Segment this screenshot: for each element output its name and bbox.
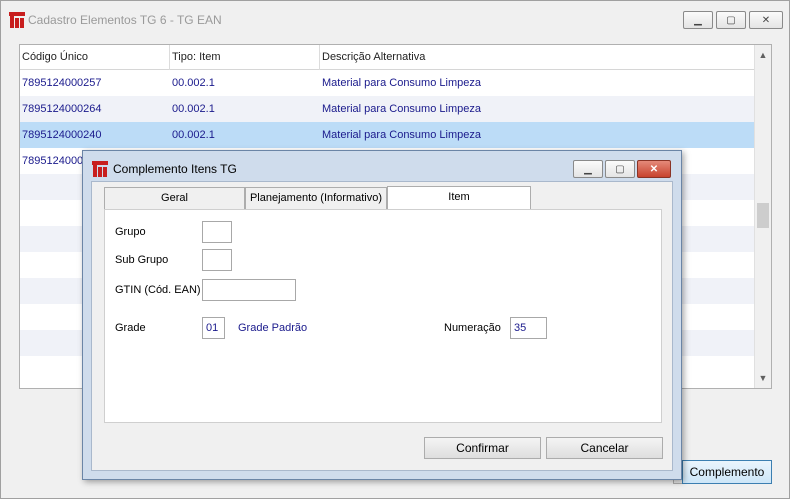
cell-tipo: 00.002.1 (172, 103, 215, 115)
cancelar-button[interactable]: Cancelar (546, 437, 663, 459)
cell-tipo: 00.002.1 (172, 129, 215, 141)
maximize-icon: ▢ (726, 14, 736, 26)
cell-codigo: 7895124000 (22, 155, 84, 167)
numeracao-label: Numeração (444, 322, 501, 334)
close-icon: ✕ (649, 163, 659, 175)
grid-header: Código Único Tipo: Item Descrição Altern… (20, 45, 755, 70)
tab-panel-item: Grupo Sub Grupo GTIN (Cód. EAN) Grade 01… (104, 209, 662, 423)
grade-label: Grade (115, 322, 146, 334)
cell-descricao: Material para Consumo Limpeza (322, 129, 481, 141)
complemento-dialog: Complemento Itens TG ▁ ▢ ✕ Geral Planeja… (82, 150, 682, 480)
grupo-input[interactable] (202, 221, 232, 243)
dialog-client-area: Geral Planejamento (Informativo) Item Gr… (91, 181, 673, 471)
dialog-titlebar[interactable]: Complemento Itens TG ▁ ▢ ✕ (83, 151, 681, 181)
maximize-button[interactable]: ▢ (716, 11, 746, 29)
window-title: Cadastro Elementos TG 6 - TG EAN (28, 13, 222, 27)
tab-planejamento[interactable]: Planejamento (Informativo) (245, 187, 387, 209)
main-titlebar[interactable]: Cadastro Elementos TG 6 - TG EAN ▁ ▢ ✕ (1, 1, 789, 39)
cell-codigo: 7895124000240 (22, 129, 102, 141)
cell-descricao: Material para Consumo Limpeza (322, 77, 481, 89)
column-header-codigo[interactable]: Código Único (20, 45, 170, 70)
complemento-button[interactable]: Complemento (682, 460, 772, 484)
close-icon: ✕ (761, 14, 771, 26)
scroll-down-icon[interactable]: ▼ (755, 370, 771, 386)
grade-description: Grade Padrão (238, 322, 308, 334)
tab-geral[interactable]: Geral (104, 187, 245, 209)
grid-vertical-scrollbar[interactable]: ▲ ▼ (754, 45, 771, 388)
maximize-icon: ▢ (615, 163, 625, 175)
cell-codigo: 7895124000257 (22, 77, 102, 89)
cell-codigo: 7895124000264 (22, 103, 102, 115)
subgrupo-input[interactable] (202, 249, 232, 271)
scroll-thumb[interactable] (757, 203, 769, 228)
subgrupo-label: Sub Grupo (115, 254, 169, 266)
minimize-icon: ▁ (694, 14, 702, 26)
column-header-tipo[interactable]: Tipo: Item (170, 45, 320, 70)
app-logo-icon (9, 12, 25, 28)
dialog-close-button[interactable]: ✕ (637, 160, 671, 178)
table-row[interactable]: 7895124000264 00.002.1 Material para Con… (20, 96, 755, 122)
cell-tipo: 00.002.1 (172, 77, 215, 89)
table-row-selected[interactable]: 7895124000240 00.002.1 Material para Con… (20, 122, 755, 148)
gtin-input[interactable] (202, 279, 296, 301)
column-header-descricao[interactable]: Descrição Alternativa (320, 45, 755, 70)
cell-descricao: Material para Consumo Limpeza (322, 103, 481, 115)
grupo-label: Grupo (115, 226, 146, 238)
numeracao-input[interactable]: 35 (510, 317, 547, 339)
dialog-logo-icon (92, 161, 108, 177)
close-button[interactable]: ✕ (749, 11, 783, 29)
dialog-maximize-button[interactable]: ▢ (605, 160, 635, 178)
tab-item[interactable]: Item (387, 186, 531, 209)
dialog-minimize-button[interactable]: ▁ (573, 160, 603, 178)
gtin-label: GTIN (Cód. EAN) (115, 284, 201, 296)
scroll-up-icon[interactable]: ▲ (755, 47, 771, 63)
minimize-button[interactable]: ▁ (683, 11, 713, 29)
minimize-icon: ▁ (584, 163, 592, 175)
grade-input[interactable]: 01 (202, 317, 225, 339)
confirmar-button[interactable]: Confirmar (424, 437, 541, 459)
dialog-title: Complemento Itens TG (113, 162, 237, 176)
table-row[interactable]: 7895124000257 00.002.1 Material para Con… (20, 70, 755, 96)
